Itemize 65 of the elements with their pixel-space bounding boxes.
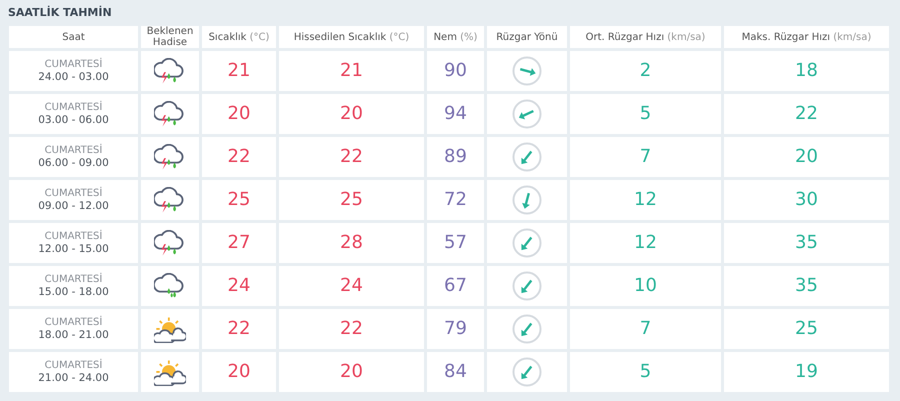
max-wind-speed: 25: [795, 318, 818, 340]
temperature-value: 20: [228, 361, 250, 383]
feels-like-value: 22: [340, 146, 363, 168]
feels-like-value: 21: [340, 60, 363, 82]
day-label: CUMARTESİ: [44, 359, 102, 372]
max-wind-speed: 22: [795, 103, 818, 125]
column-header: Saat: [9, 26, 138, 48]
humidity-value: 84: [444, 361, 467, 383]
max-wind-speed: 35: [795, 275, 818, 297]
column-header: Rüzgar Yönü: [487, 26, 567, 48]
day-label: CUMARTESİ: [44, 316, 102, 329]
time-range: 18.00 - 21.00: [38, 329, 109, 342]
temperature-value: 24: [228, 275, 250, 297]
average-wind-speed: 7: [640, 146, 652, 168]
column-header: Maks. Rüzgar Hızı (km/sa): [724, 26, 889, 48]
time-range: 03.00 - 06.00: [38, 114, 109, 127]
time-range: 24.00 - 03.00: [38, 71, 109, 84]
average-wind-speed: 2: [640, 60, 652, 82]
humidity-value: 67: [444, 275, 467, 297]
feels-like-value: 20: [340, 361, 363, 383]
average-wind-speed: 5: [640, 103, 652, 125]
day-label: CUMARTESİ: [44, 273, 102, 286]
temperature-value: 27: [228, 232, 250, 254]
time-range: 21.00 - 24.00: [38, 372, 109, 385]
column-header: Nem (%): [427, 26, 484, 48]
temperature-value: 22: [228, 146, 250, 168]
column-header: Beklenen Hadise: [141, 26, 199, 48]
feels-like-value: 28: [340, 232, 363, 254]
time-range: 09.00 - 12.00: [38, 200, 109, 213]
average-wind-speed: 12: [634, 189, 657, 211]
humidity-value: 90: [444, 60, 467, 82]
feels-like-value: 20: [340, 103, 363, 125]
average-wind-speed: 5: [640, 361, 652, 383]
max-wind-speed: 20: [795, 146, 818, 168]
humidity-value: 89: [444, 146, 467, 168]
humidity-value: 79: [444, 318, 467, 340]
column-header: Hissedilen Sıcaklık (°C): [279, 26, 424, 48]
temperature-value: 25: [228, 189, 250, 211]
day-label: CUMARTESİ: [44, 187, 102, 200]
temperature-value: 21: [228, 60, 250, 82]
time-range: 06.00 - 09.00: [38, 157, 109, 170]
feels-like-value: 25: [340, 189, 363, 211]
max-wind-speed: 19: [795, 361, 818, 383]
time-range: 15.00 - 18.00: [38, 286, 109, 299]
max-wind-speed: 18: [795, 60, 818, 82]
time-range: 12.00 - 15.00: [38, 243, 109, 256]
temperature-value: 22: [228, 318, 250, 340]
average-wind-speed: 7: [640, 318, 652, 340]
section-title: SAATLİK TAHMİN: [8, 4, 113, 21]
day-label: CUMARTESİ: [44, 58, 102, 71]
day-label: CUMARTESİ: [44, 101, 102, 114]
humidity-value: 72: [444, 189, 467, 211]
day-label: CUMARTESİ: [44, 230, 102, 243]
column-header: Ort. Rüzgar Hızı (km/sa): [570, 26, 721, 48]
column-header: Sıcaklık (°C): [202, 26, 276, 48]
max-wind-speed: 30: [795, 189, 818, 211]
feels-like-value: 24: [340, 275, 363, 297]
average-wind-speed: 12: [634, 232, 657, 254]
average-wind-speed: 10: [634, 275, 657, 297]
max-wind-speed: 35: [795, 232, 818, 254]
temperature-value: 20: [228, 103, 250, 125]
feels-like-value: 22: [340, 318, 363, 340]
humidity-value: 94: [444, 103, 467, 125]
day-label: CUMARTESİ: [44, 144, 102, 157]
humidity-value: 57: [444, 232, 467, 254]
